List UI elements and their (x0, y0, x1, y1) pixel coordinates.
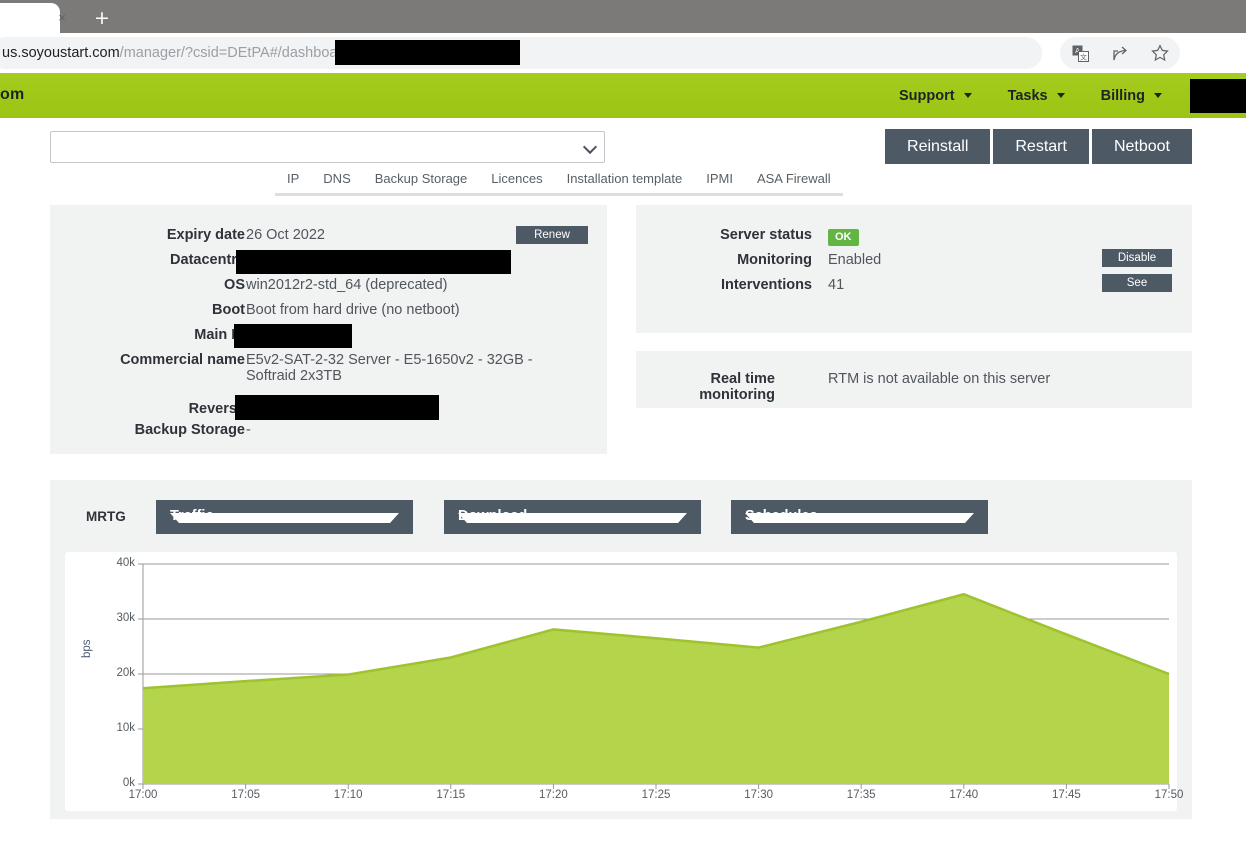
tab-licences[interactable]: Licences (479, 171, 555, 196)
interventions-label: Interventions (720, 277, 812, 293)
rtm-label: Real time monitoring (699, 371, 775, 403)
account-menu-redaction[interactable] (1190, 78, 1246, 113)
datacentre-value-redaction (236, 250, 511, 274)
tab-ip[interactable]: IP (275, 171, 312, 196)
interventions-value: 41 (828, 277, 845, 293)
boot-label: Boot (211, 302, 245, 318)
datacentre-label: Datacentre (170, 252, 245, 268)
reinstall-button[interactable]: Reinstall (885, 129, 991, 164)
mrtg-period-dropdown[interactable]: Schedules (731, 500, 988, 534)
mrtg-metric-dropdown[interactable]: Traffic (156, 500, 413, 534)
chart-y-tick: 0k (122, 777, 135, 789)
site-header: om Support Tasks Billing (0, 73, 1246, 118)
address-bar-domain: us.soyoustart.com (2, 45, 120, 61)
chevron-down-icon (458, 513, 687, 523)
tab-backup-storage[interactable]: Backup Storage (362, 171, 480, 196)
mrtg-area-chart (138, 563, 1170, 789)
server-info-panel: Expiry date 26 Oct 2022 Renew Datacentre… (50, 205, 607, 454)
address-bar-redaction (335, 40, 520, 65)
backup-storage-label: Backup Storage (134, 422, 245, 438)
chart-y-tick: 30k (116, 612, 135, 624)
boot-value: Boot from hard drive (no netboot) (246, 302, 460, 318)
chevron-down-icon (1056, 93, 1065, 99)
main-ip-value-redaction (234, 324, 352, 348)
chart-x-tick: 17:15 (436, 789, 466, 801)
browser-toolbar: us.soyoustart.com/manager/?csid=DEtPA#/d… (0, 33, 1246, 73)
chart-y-tick: 10k (116, 722, 135, 734)
rtm-value: RTM is not available on this server (828, 371, 1051, 387)
nav-item-tasks-label: Tasks (1007, 87, 1048, 104)
address-bar-url: us.soyoustart.com/manager/?csid=DEtPA#/d… (0, 45, 350, 61)
server-select[interactable] (50, 131, 605, 163)
chart-y-axis-label: bps (81, 639, 93, 658)
chart-x-tick: 17:50 (1154, 789, 1184, 801)
chevron-down-icon (745, 513, 974, 523)
chart-x-tick: 17:05 (231, 789, 260, 801)
nav-item-billing-label: Billing (1100, 87, 1145, 104)
nav-item-support[interactable]: Support (899, 88, 972, 104)
chart-x-tick: 17:25 (641, 789, 671, 801)
chevron-down-icon (582, 139, 598, 155)
commercial-name-label: Commercial name (120, 352, 245, 368)
chart-x-tick: 17:30 (744, 789, 773, 801)
tab-installation-template[interactable]: Installation template (554, 171, 695, 196)
address-bar[interactable]: us.soyoustart.com/manager/?csid=DEtPA#/d… (0, 37, 1042, 69)
toolbar-icon-group: A 文 (1060, 37, 1180, 69)
tab-dns[interactable]: DNS (311, 171, 363, 196)
server-status-panel: Server status OK Monitoring Enabled Disa… (636, 205, 1192, 333)
see-interventions-button[interactable]: See (1102, 274, 1172, 292)
server-action-buttons: Reinstall Restart Netboot (885, 129, 1192, 164)
chart-x-tick: 17:40 (949, 789, 979, 801)
server-status-label: Server status (720, 227, 812, 243)
browser-tab[interactable] (0, 3, 60, 33)
nav-item-tasks[interactable]: Tasks (1008, 88, 1065, 104)
chevron-down-icon (1154, 93, 1162, 99)
reverse-value-redaction (235, 395, 439, 420)
monitoring-value: Enabled (828, 252, 882, 268)
disable-monitoring-button[interactable]: Disable (1102, 249, 1172, 267)
mrtg-chart-card (65, 552, 1177, 811)
main-nav: Support Tasks Billing (881, 73, 1246, 118)
tab-asa-firewall[interactable]: ASA Firewall (744, 171, 843, 196)
expiry-date-label: Expiry date (166, 227, 245, 243)
mrtg-label: MRTG (86, 509, 126, 524)
share-icon[interactable] (1107, 40, 1133, 66)
real-time-monitoring-panel: Real time monitoring RTM is not availabl… (636, 351, 1192, 408)
translate-icon[interactable]: A 文 (1067, 40, 1093, 66)
chart-x-tick: 17:45 (1052, 789, 1081, 801)
chart-x-tick: 17:00 (128, 789, 158, 801)
nav-item-support-label: Support (898, 87, 955, 104)
section-tabbar: IP DNS Backup Storage Licences Installat… (275, 171, 965, 196)
chevron-down-icon (963, 93, 972, 99)
restart-button[interactable]: Restart (993, 129, 1089, 164)
os-label: OS (224, 277, 245, 293)
tab-ipmi[interactable]: IPMI (694, 171, 745, 196)
address-bar-path: /manager/?csid=DEtPA#/dashboard (119, 45, 351, 61)
chart-x-tick: 17:35 (846, 789, 876, 801)
chart-y-tick: 40k (116, 557, 135, 569)
nav-item-billing[interactable]: Billing (1101, 88, 1162, 104)
renew-button[interactable]: Renew (516, 226, 588, 244)
monitoring-label: Monitoring (737, 252, 812, 268)
new-tab-icon[interactable]: + (90, 6, 114, 30)
close-icon[interactable]: × (54, 10, 70, 26)
svg-text:文: 文 (1080, 52, 1087, 61)
status-badge: OK (828, 229, 859, 246)
expiry-date-value: 26 Oct 2022 (246, 227, 325, 243)
chart-y-tick: 20k (116, 667, 135, 679)
bookmark-star-icon[interactable] (1147, 40, 1173, 66)
chart-x-tick: 17:20 (539, 789, 568, 801)
backup-storage-value: - (246, 422, 251, 438)
os-value: win2012r2-std_64 (deprecated) (246, 277, 448, 293)
mrtg-direction-dropdown[interactable]: Download (444, 500, 701, 534)
browser-tabstrip: × + (0, 0, 1246, 33)
commercial-name-value: E5v2-SAT-2-32 Server - E5-1650v2 - 32GB … (246, 352, 533, 384)
brand-logo[interactable]: om (0, 86, 24, 104)
netboot-button[interactable]: Netboot (1091, 129, 1192, 164)
chart-x-tick: 17:10 (333, 789, 363, 801)
chevron-down-icon (170, 513, 399, 523)
